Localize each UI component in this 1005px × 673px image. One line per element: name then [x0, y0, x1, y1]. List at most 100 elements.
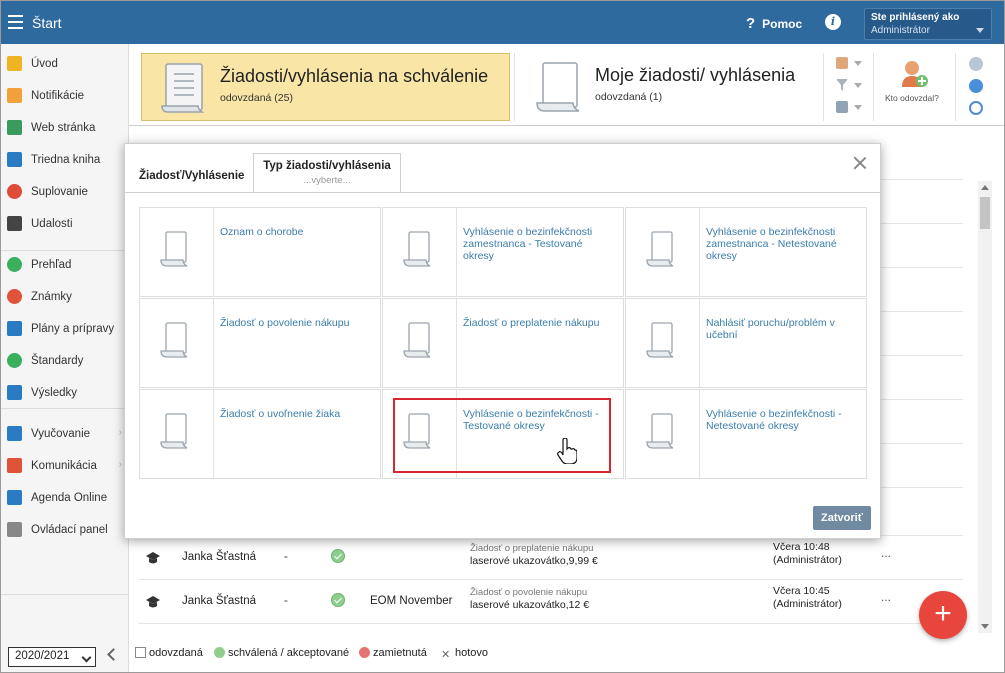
sidebar-item-label: Výsledky: [31, 387, 78, 399]
sidebar-item[interactable]: Štandardy: [1, 345, 128, 375]
sidebar-item[interactable]: Udalosti: [1, 208, 128, 238]
more-actions-button[interactable]: ...: [881, 546, 891, 560]
sidebar-item[interactable]: Suplovanie: [1, 176, 128, 206]
request-type-tile[interactable]: Vyhlásenie o bezinfekčnosti - Netestovan…: [625, 389, 867, 479]
sidebar-divider: [1, 408, 128, 409]
scroll-down-icon[interactable]: [981, 624, 989, 629]
tile-label: Vyhlásenie o bezinfekčnosti - Netestovan…: [706, 408, 842, 432]
divider: [955, 53, 956, 121]
request-type-tile[interactable]: Žiadosť o povolenie nákupu: [139, 298, 381, 388]
group-icon: [836, 101, 848, 113]
divider: [873, 53, 874, 121]
close-button[interactable]: Zatvoriť: [813, 506, 871, 530]
check-circle-icon: [7, 257, 22, 272]
help-button[interactable]: ? Pomoc: [746, 15, 802, 32]
sidebar-item-label: Vyučovanie: [31, 428, 91, 440]
grade-icon: [7, 289, 22, 304]
sidebar-item[interactable]: Notifikácie: [1, 80, 128, 110]
legend-submitted: odovzdaná: [135, 647, 203, 659]
book-icon: [7, 152, 22, 167]
app-title[interactable]: Štart: [32, 15, 62, 31]
sidebar-item[interactable]: Web stránka: [1, 112, 128, 142]
briefcase-icon: [7, 321, 22, 336]
request-type: Žiadosť o povolenie nákupu: [470, 587, 588, 598]
funnel-filter-button[interactable]: [833, 77, 867, 95]
collapse-sidebar-icon[interactable]: [107, 648, 120, 661]
request-type-tile[interactable]: Vyhlásenie o bezinfekčnosti zamestnanca …: [382, 207, 624, 297]
request-type-dialog: Žiadosť/Vyhlásenie Typ žiadosti/vyhlásen…: [124, 143, 881, 539]
add-request-button[interactable]: +: [919, 591, 967, 639]
card-title: Žiadosti/vyhlásenia na schválenie: [220, 66, 489, 86]
request-type-tile[interactable]: Nahlásiť poruchu/problém v učební: [625, 298, 867, 388]
tab-label: Typ žiadosti/vyhlásenia: [263, 160, 391, 172]
document-icon: [646, 322, 674, 358]
tab-hint: ...vyberte...: [303, 175, 351, 186]
home-icon: [7, 120, 22, 135]
scroll-up-icon[interactable]: [981, 185, 989, 190]
tile-label: Vyhlásenie o bezinfekčnosti zamestnanca …: [463, 226, 593, 262]
highlight-box: [393, 398, 611, 473]
sidebar-item[interactable]: Plány a prípravy: [1, 313, 128, 343]
sidebar-item[interactable]: Ovládací panel: [1, 514, 128, 544]
tab-request-type[interactable]: Typ žiadosti/vyhlásenia ...vyberte...: [253, 153, 401, 193]
school-year-select[interactable]: 2020/2021: [8, 647, 96, 667]
tile-label: Oznam o chorobe: [220, 226, 304, 238]
sidebar-item[interactable]: Výsledky: [1, 377, 128, 407]
sidebar-item[interactable]: Triedna kniha: [1, 144, 128, 174]
sidebar-item[interactable]: Vyučovanie ›: [1, 418, 128, 448]
user-role: Administrátor: [871, 25, 930, 36]
document-icon: [135, 647, 146, 658]
timestamp: Včera 10:45: [773, 585, 830, 597]
sidebar-item[interactable]: Známky: [1, 281, 128, 311]
who-submitted-label: Kto odovzdal?: [885, 93, 939, 103]
sidebar-item-label: Plány a prípravy: [31, 323, 115, 335]
chevron-down-icon: [81, 652, 92, 663]
chevron-down-icon: [976, 28, 984, 33]
tile-label: Vyhlásenie o bezinfekčnosti zamestnanca …: [706, 226, 837, 262]
sidebar-divider: [1, 250, 128, 251]
approved-status-icon: [331, 549, 345, 563]
sidebar-item-label: Notifikácie: [31, 90, 85, 102]
refresh-icon[interactable]: [969, 101, 983, 115]
request-type-tile[interactable]: Oznam o chorobe: [139, 207, 381, 297]
user-filter-button[interactable]: [833, 55, 867, 73]
request-type-tile[interactable]: Žiadosť o uvoľnenie žiaka: [139, 389, 381, 479]
sidebar: Úvod Notifikácie Web stránka Triedna kniha S…: [1, 44, 129, 672]
more-actions-button[interactable]: ...: [881, 590, 891, 604]
request-type-tile[interactable]: Žiadosť o preplatenie nákupu: [382, 298, 624, 388]
timestamp-user: (Administrátor): [773, 598, 842, 610]
chevron-right-icon: ›: [118, 427, 122, 438]
card-count: odovzdaná (1): [595, 91, 663, 103]
settings-icon[interactable]: [969, 57, 983, 71]
table-row[interactable]: Janka Šťastná - Žiadosť o preplatenie ná…: [138, 535, 963, 579]
close-icon[interactable]: [853, 156, 867, 170]
group-filter-button[interactable]: [833, 99, 867, 117]
sidebar-item[interactable]: Prehľad: [1, 249, 128, 279]
help-circle-icon[interactable]: [969, 79, 983, 93]
document-icon: [403, 322, 431, 358]
sidebar-item-label: Známky: [31, 291, 72, 303]
sidebar-item-label: Komunikácia: [31, 460, 97, 472]
sidebar-item[interactable]: Agenda Online: [1, 482, 128, 512]
who-submitted-button[interactable]: Kto odovzdal?: [881, 57, 941, 107]
sidebar-item[interactable]: Úvod: [1, 48, 128, 78]
sidebar-item[interactable]: Komunikácia ›: [1, 450, 128, 480]
class-value: -: [284, 595, 288, 607]
info-icon[interactable]: i: [825, 14, 841, 30]
timestamp-user: (Administrátor): [773, 554, 842, 566]
table-row[interactable]: Janka Šťastná - EOM November Žiadosť o p…: [138, 579, 963, 623]
user-swap-icon: [7, 184, 22, 199]
tile-divider: [699, 299, 700, 387]
requests-to-approve-card[interactable]: Žiadosti/vyhlásenia na schválenie odovzd…: [141, 53, 510, 121]
my-requests-card[interactable]: Moje žiadosti/ vyhlásenia odovzdaná (1): [517, 53, 817, 121]
document-icon: [160, 231, 188, 267]
chevron-down-icon: [854, 61, 862, 66]
class-value: -: [284, 551, 288, 563]
sidebar-item-label: Web stránka: [31, 122, 96, 134]
request-type: Žiadosť o preplatenie nákupu: [470, 543, 594, 554]
user-dropdown[interactable]: Ste prihlásený ako Administrátor: [864, 8, 992, 40]
request-type-tile[interactable]: Vyhlásenie o bezinfekčnosti zamestnanca …: [625, 207, 867, 297]
scrollbar[interactable]: [978, 181, 992, 633]
hamburger-menu-icon[interactable]: [8, 15, 23, 29]
scrollbar-thumb[interactable]: [980, 197, 990, 229]
